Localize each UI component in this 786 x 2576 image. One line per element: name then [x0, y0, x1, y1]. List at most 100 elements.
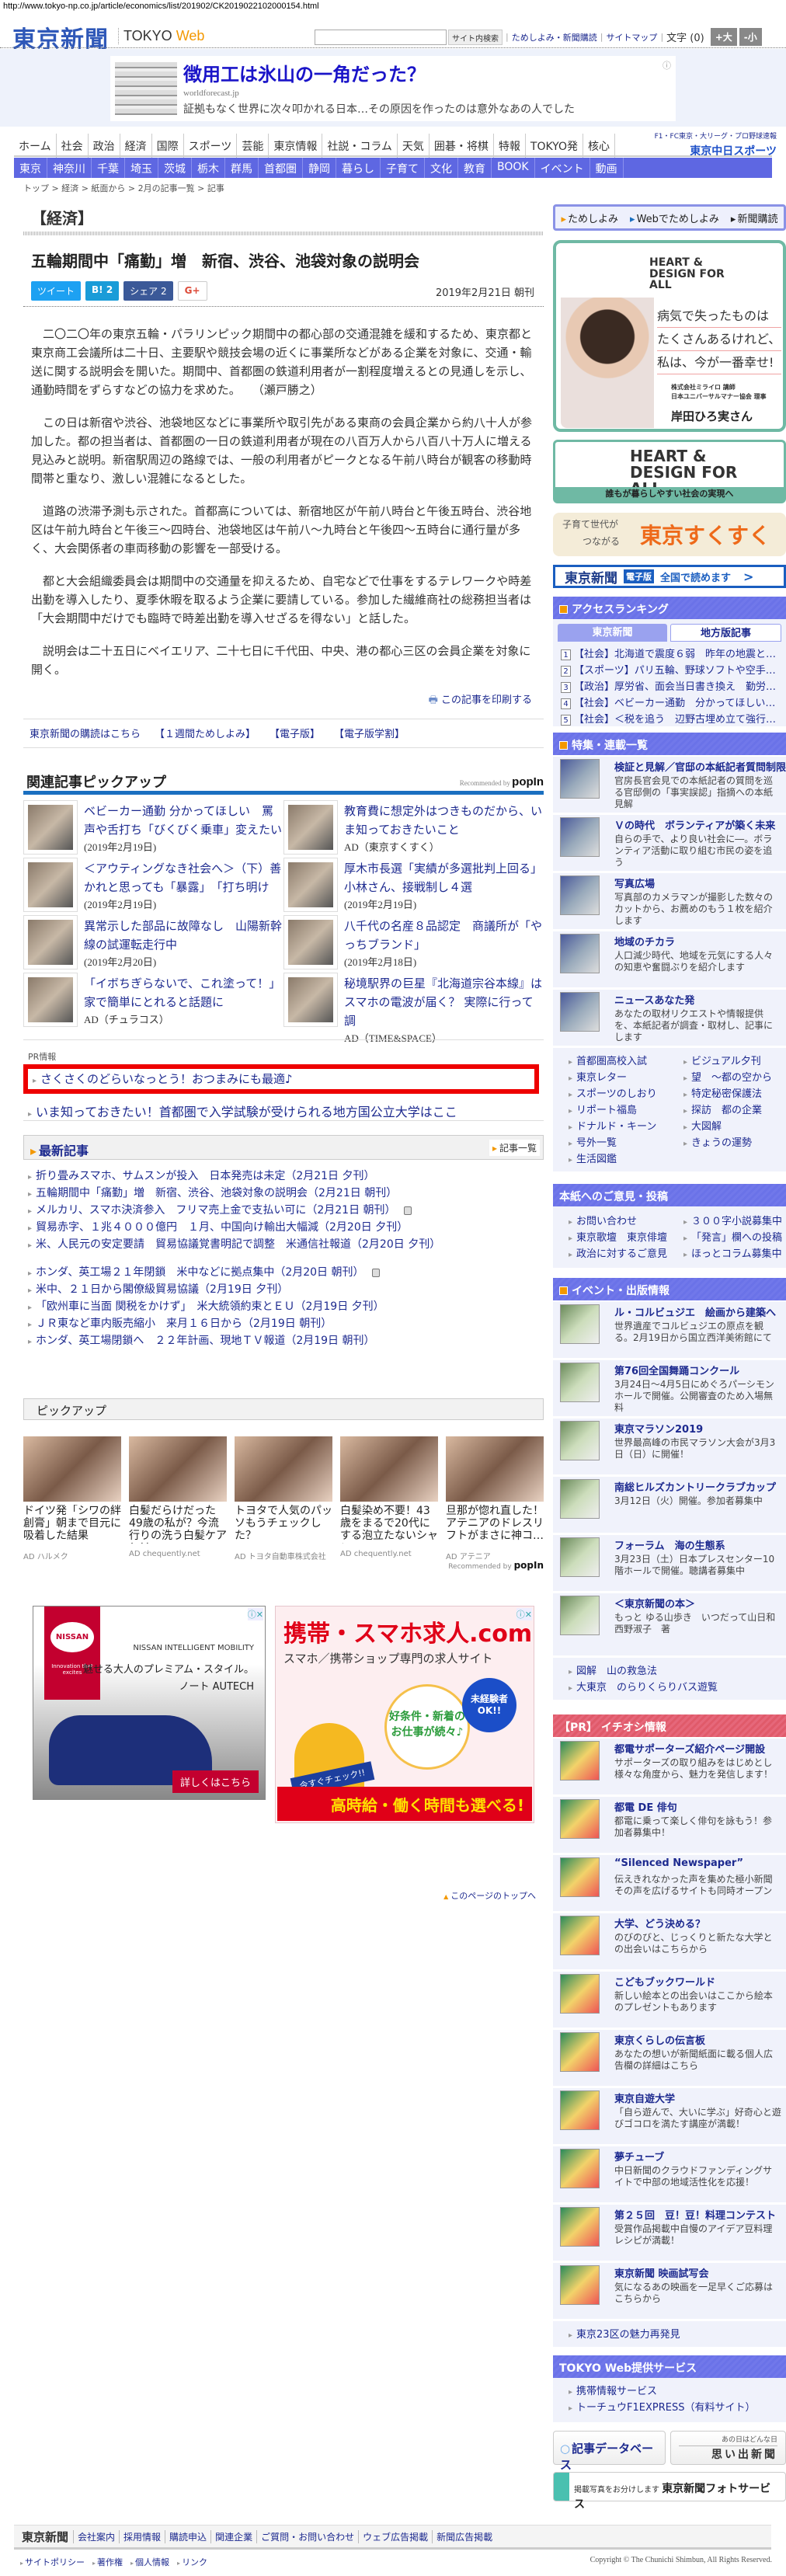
pr-item[interactable]: こどもブックワールド 新しい絵本との出会いはここから絵本のプレゼントもあります	[553, 1972, 786, 2028]
subscription-link[interactable]: 【電子版学割】	[334, 726, 405, 740]
hdfa-banner[interactable]: HEART & DESIGN FOR ALL 病気で失ったものは たくさんあるけ…	[553, 240, 786, 432]
event-title[interactable]: 第76回全国舞踊コンクール	[614, 1363, 739, 1377]
pr-title[interactable]: 東京自遊大学	[614, 2090, 675, 2105]
related-thumbnail[interactable]	[23, 915, 78, 969]
pickup-title[interactable]: 白髪だらけだった49歳の私が？今流行りの洗う白髪ケアとは	[129, 1505, 227, 1544]
ranking-item[interactable]: 1 【社会】北海道で震度６弱 昨年の地震と…	[561, 646, 778, 663]
pickup-item[interactable]: ドイツ発「シワの絆創膏」朝まで目元に吸着した結果 AD ハルメク	[23, 1436, 121, 1561]
article-list-link[interactable]: 記事一覧	[489, 1140, 540, 1156]
related-item[interactable]: ベビーカー通勤 分かってほしい 罵声や舌打ち「びくびく乗車」変えたい (2019年…	[23, 800, 283, 858]
opinion-link[interactable]: お問い合わせ	[569, 1213, 683, 1229]
region-nav-item[interactable]: 東京	[14, 158, 47, 178]
pr-image[interactable]	[560, 1916, 600, 1955]
feature-title[interactable]: 写真広場	[614, 875, 655, 890]
pickup-title[interactable]: ドイツ発「シワの絆創膏」朝まで目元に吸着した結果	[23, 1505, 121, 1544]
footer-link[interactable]: ウェブ広告掲載	[358, 2529, 432, 2543]
pr-image[interactable]	[560, 1857, 600, 1897]
feature-title[interactable]: 地域のチカラ	[614, 934, 675, 949]
opinion-link[interactable]: ほっとコラム募集中	[683, 1245, 786, 1262]
google-plus-button[interactable]: G+	[177, 281, 207, 301]
feature-link[interactable]: 首都圏高校入試	[569, 1053, 683, 1069]
ranking-title[interactable]: 【社会】＜税を追う 辺野古埋め立て強行…	[574, 714, 776, 726]
subscription-link[interactable]: 東京新聞の購読はこちら	[30, 726, 141, 740]
region-nav-item[interactable]: イベント	[535, 158, 590, 178]
region-nav-item[interactable]: 神奈川	[47, 158, 92, 178]
ad-title[interactable]: 徴用工は氷山の一角だった？	[183, 59, 426, 86]
pr-item[interactable]: 大学、どう決める？ のびのびと、じっくりと新たな大学との出会いはこちらから	[553, 1913, 786, 1969]
tokyo-sukusuku-banner[interactable]: 子育て世代が つながる 東京すくすく	[553, 513, 786, 556]
pr-item[interactable]: 都電 DE 俳句 都電に乗って楽しく俳句を詠もう！参加者募集中！	[553, 1797, 786, 1853]
recommended-by[interactable]: Recommended by popIn	[419, 775, 544, 788]
region-nav-item[interactable]: BOOK	[492, 158, 535, 178]
pr-title[interactable]: 都電サポーターズ紹介ページ開設	[614, 1741, 765, 1756]
latest-item-label[interactable]: 貿易赤字、１兆４０００億円 １月、中国向け輸出大幅減（2月20日 夕刊）	[36, 1221, 408, 1234]
opinion-link[interactable]: 「発言」欄への投稿	[683, 1229, 786, 1245]
related-item[interactable]: 教育費に想定外はつきものだから、いま知っておきたいこと AD（東京すくすく）	[283, 800, 544, 858]
related-thumbnail[interactable]	[283, 915, 338, 969]
feature-link[interactable]: 探訪 都の企業	[683, 1102, 786, 1118]
pr-item[interactable]: “Silenced Newspaper” 伝えきれなかった声を集めた極小新聞その声…	[553, 1855, 786, 1911]
pr-image[interactable]	[560, 2207, 600, 2247]
photo-service-button[interactable]: 掲載写真をお分けします 東京新聞フォトサービス	[553, 2472, 786, 2511]
latest-item-label[interactable]: 「欧州車に当面 関税をかけず」 米大統領約束とＥＵ（2月19日 夕刊）	[36, 1300, 384, 1313]
related-item[interactable]: 厚木市長選「実績が多選批判上回る」 小林さん、接戦制し４選 (2019年2月19日…	[283, 858, 548, 915]
related-item[interactable]: 八千代の名産８品認定 商議所が「やっちブランド」 (2019年2月18日)	[283, 915, 544, 973]
feature-item[interactable]: 検証と見解／官邸の本紙記者質問制限 官房長官会見での本紙記者の質問を巡る官邸側の「…	[553, 757, 786, 813]
related-title[interactable]: 八千代の名産８品認定 商議所が「やっちブランド」	[344, 917, 544, 954]
feature-title[interactable]: Ｖの時代 ボランティアが築く未来	[614, 817, 775, 832]
event-item[interactable]: フォーラム 海の生態系 3月23日（土）日本プレスセンター10階ホールで開催。聴講…	[553, 1535, 786, 1591]
related-item[interactable]: 「イボちぎらないで、これ塗って！」家で簡単にとれると話題に AD（チュラコス）	[23, 973, 283, 1030]
print-label[interactable]: この記事を印刷する	[441, 694, 532, 706]
job-ad[interactable]: 携帯・スマホ求人.com スマホ／携帯ショップ専門の求人サイト 好条件・新着のお…	[275, 1606, 534, 1823]
pickup-image[interactable]	[340, 1436, 438, 1502]
pr-title[interactable]: 都電 DE 俳句	[614, 1799, 677, 1814]
opinion-link[interactable]: 政治に対するご意見	[569, 1245, 683, 1262]
feature-link[interactable]: 特定秘密保護法	[683, 1085, 786, 1102]
font-larger-button[interactable]: +大	[710, 28, 737, 46]
pr-title[interactable]: こどもブックワールド	[614, 1974, 715, 1989]
print-link[interactable]: 🖶 この記事を印刷する	[365, 691, 532, 710]
related-title[interactable]: 秘境駅界の巨星『北海道宗谷本線』はスマホの電波が届く？ 実際に行って調	[344, 974, 544, 1030]
footer-link[interactable]: 新聞広告掲載	[432, 2529, 496, 2543]
footer-logo[interactable]: 東京新聞	[22, 2529, 68, 2545]
pr-title[interactable]: 東京くらしの伝言板	[614, 2032, 705, 2047]
footer-bottom-link[interactable]: 著作権	[92, 2556, 123, 2568]
feature-link[interactable]: きょうの運勢	[683, 1134, 786, 1150]
feature-image[interactable]	[560, 759, 600, 799]
trial-link[interactable]: Webでためしよみ	[630, 211, 719, 225]
feature-title[interactable]: 検証と見解／官邸の本紙記者質問制限	[614, 759, 786, 774]
related-title[interactable]: ＜アウティングなき社会へ＞（下）善かれと思っても「暴露」 「打ち明け	[84, 859, 283, 896]
pickup-item[interactable]: 白髪染め不要！43歳をまるで20代にする泡立たないシャン… AD chequen…	[340, 1436, 438, 1561]
feature-title[interactable]: ニュースあなた発	[614, 992, 694, 1007]
region-nav-item[interactable]: 千葉	[92, 158, 125, 178]
latest-item[interactable]: 折り畳みスマホ、サムスンが投入 日本発売は未定（2月21日 夕刊）	[28, 1168, 440, 1185]
latest-item[interactable]: 米、人民元の安定要請 貿易協議覚書明記で調整 米通信社報道（2月20日 夕刊）	[28, 1236, 440, 1253]
footer-link[interactable]: 採用情報	[119, 2529, 165, 2543]
ranking-title[interactable]: 【スポーツ】パリ五輪、野球ソフトや空手…	[574, 665, 776, 677]
pr-image[interactable]	[560, 2090, 600, 2130]
pr-item[interactable]: 東京新聞 映画試写会 気になるあの映画を一足早くご応募はこちらから	[553, 2263, 786, 2319]
region-nav-item[interactable]: 栃木	[192, 158, 225, 178]
pr-image[interactable]	[560, 2032, 600, 2072]
event-item[interactable]: ＜東京新聞の本＞ もっと ゆる山歩き いつだって山日和 西野淑子 著	[553, 1593, 786, 1655]
region-nav-item[interactable]: 子育て	[381, 158, 425, 178]
event-title[interactable]: 南総ヒルズカントリークラブカップ	[614, 1479, 776, 1494]
related-thumbnail[interactable]	[283, 973, 338, 1027]
latest-item[interactable]: ホンダ、英工場２１年閉鎖 米中などに拠点集中（2月20日 朝刊）	[28, 1264, 440, 1281]
feature-image[interactable]	[560, 875, 600, 915]
related-title[interactable]: 厚木市長選「実績が多選批判上回る」 小林さん、接戦制し４選	[344, 859, 548, 896]
hatena-bookmark-button[interactable]: B! 2	[85, 281, 120, 301]
ranking-item[interactable]: 3 【政治】厚労省、面会当日書き換え 勤労…	[561, 679, 778, 695]
pr-image[interactable]	[560, 1974, 600, 2014]
article-database-button[interactable]: 記事データベース	[553, 2431, 666, 2472]
subscription-link[interactable]: 【電子版】	[270, 726, 320, 740]
pickup-image[interactable]	[23, 1436, 121, 1502]
tokyo-web-logo[interactable]: TOKYO Web	[118, 28, 204, 44]
latest-item[interactable]: 米中、２１日から閣僚級貿易協議（2月19日 夕刊）	[28, 1281, 440, 1298]
event-image[interactable]	[560, 1421, 600, 1460]
latest-item[interactable]: 「欧州車に当面 関税をかけず」 米大統領約束とＥＵ（2月19日 夕刊）	[28, 1298, 440, 1315]
pickup-title[interactable]: 白髪染め不要！43歳をまるで20代にする泡立たないシャン…	[340, 1505, 438, 1544]
ad-info-icon[interactable]: ⓘ	[663, 59, 671, 71]
ranking-title[interactable]: 【社会】ベビーカー通勤 分かってほしい…	[574, 698, 775, 709]
recommended-by[interactable]: Recommended by popIn	[419, 1560, 544, 1571]
